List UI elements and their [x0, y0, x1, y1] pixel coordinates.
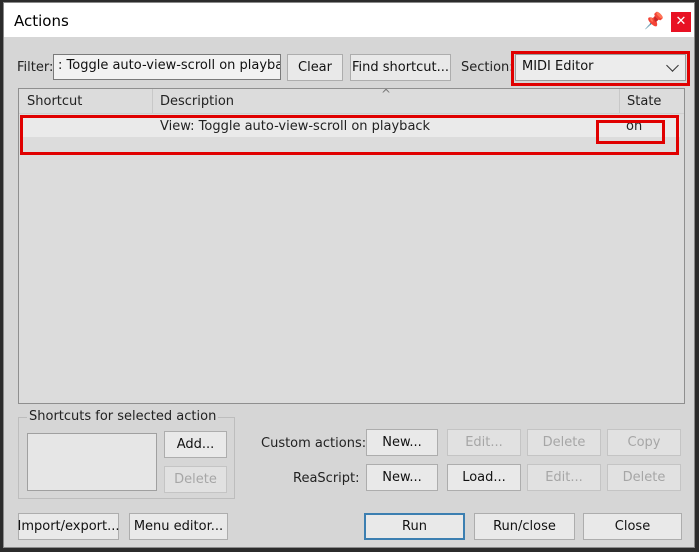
menu-editor-button[interactable]: Menu editor...	[129, 513, 228, 540]
sort-caret-icon: ^	[381, 87, 392, 101]
close-icon[interactable]: ✕	[671, 12, 691, 32]
reascript-delete-button[interactable]: Delete	[607, 464, 681, 491]
clear-button[interactable]: Clear	[287, 54, 343, 81]
shortcuts-group: Shortcuts for selected action Add... Del…	[18, 409, 235, 499]
delete-shortcut-button[interactable]: Delete	[164, 466, 227, 493]
custom-new-button[interactable]: New...	[366, 429, 438, 456]
highlight-box-state	[596, 120, 665, 144]
actions-window: Actions 📌 ✕ Filter: : Toggle auto-view-s…	[3, 2, 695, 548]
run-button[interactable]: Run	[364, 513, 465, 540]
highlight-box-section	[511, 51, 690, 86]
column-header-description[interactable]: Description	[160, 94, 234, 109]
reascript-load-button[interactable]: Load...	[447, 464, 521, 491]
column-header-state[interactable]: State	[627, 94, 661, 109]
shortcuts-list[interactable]	[27, 433, 157, 491]
pin-icon[interactable]: 📌	[644, 11, 664, 31]
column-divider[interactable]	[152, 89, 153, 113]
shortcuts-group-label: Shortcuts for selected action	[27, 409, 219, 424]
run-close-button[interactable]: Run/close	[474, 513, 575, 540]
list-header: Shortcut Description ^ State	[19, 87, 684, 114]
add-shortcut-button[interactable]: Add...	[164, 431, 227, 458]
filter-label: Filter:	[17, 60, 54, 75]
reascript-new-button[interactable]: New...	[366, 464, 438, 491]
custom-edit-button[interactable]: Edit...	[447, 429, 521, 456]
highlight-box-row	[20, 115, 679, 155]
column-header-shortcut[interactable]: Shortcut	[27, 94, 82, 109]
column-divider[interactable]	[619, 89, 620, 113]
filter-input[interactable]: : Toggle auto-view-scroll on playback	[53, 54, 281, 80]
import-export-button[interactable]: Import/export...	[17, 513, 120, 540]
custom-copy-button[interactable]: Copy	[607, 429, 681, 456]
find-shortcut-button[interactable]: Find shortcut...	[350, 54, 451, 81]
custom-delete-button[interactable]: Delete	[527, 429, 601, 456]
title-bar: Actions 📌 ✕	[4, 3, 694, 37]
section-label: Section:	[461, 60, 514, 75]
reascript-label: ReaScript:	[293, 471, 360, 486]
window-title: Actions	[14, 12, 69, 30]
custom-actions-label: Custom actions:	[261, 436, 367, 451]
close-button[interactable]: Close	[583, 513, 682, 540]
reascript-edit-button[interactable]: Edit...	[527, 464, 601, 491]
